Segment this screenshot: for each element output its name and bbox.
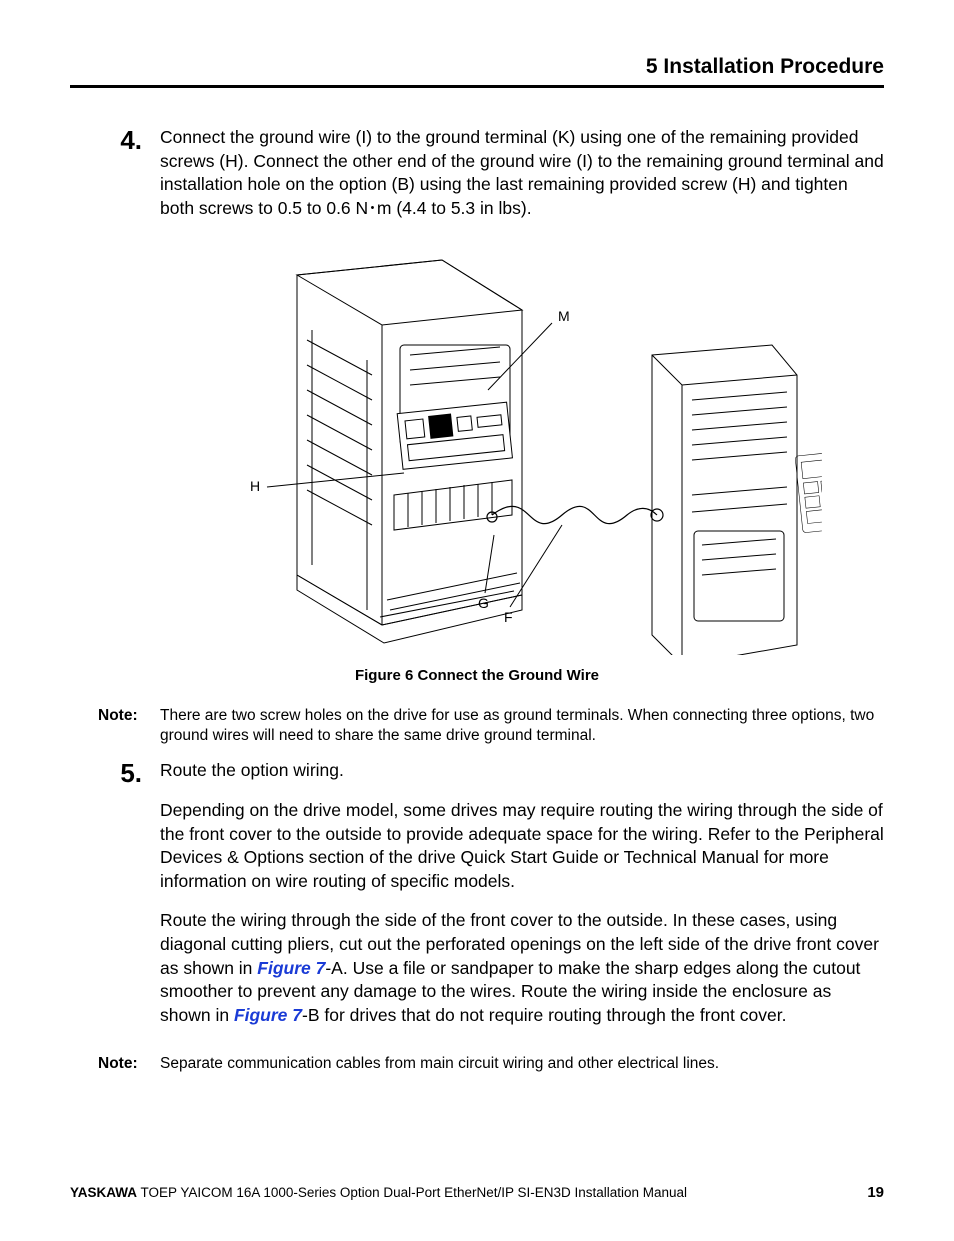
note-1-label: Note: xyxy=(70,706,160,748)
diagram-label-f: F xyxy=(504,609,513,625)
figure-7-link-b[interactable]: Figure 7 xyxy=(234,1005,302,1025)
footer-brand: YASKAWA xyxy=(70,1185,137,1200)
note-2-body: Separate communication cables from main … xyxy=(160,1054,884,1075)
step-4-text: Connect the ground wire (I) to the groun… xyxy=(160,126,884,221)
figure-6-caption: Figure 6 Connect the Ground Wire xyxy=(70,667,884,684)
note-1: Note: There are two screw holes on the d… xyxy=(70,706,884,748)
diagram-label-m: M xyxy=(558,308,570,324)
note-2: Note: Separate communication cables from… xyxy=(70,1054,884,1075)
chapter-title: 5 Installation Procedure xyxy=(646,55,884,78)
diagram-label-h: H xyxy=(250,478,260,494)
step-5: 5. Route the option wiring. Depending on… xyxy=(70,759,884,1043)
step-5-body: Route the option wiring. Depending on th… xyxy=(160,759,884,1043)
footer-page: 19 xyxy=(867,1184,884,1201)
step-5-p2: Route the wiring through the side of the… xyxy=(160,909,884,1027)
step-4-body: Connect the ground wire (I) to the groun… xyxy=(160,126,884,237)
footer-title: TOEP YAICOM 16A 1000-Series Option Dual-… xyxy=(137,1185,687,1200)
page-footer: YASKAWA TOEP YAICOM 16A 1000-Series Opti… xyxy=(70,1184,884,1201)
step-5-p1: Depending on the drive model, some drive… xyxy=(160,799,884,894)
step-4: 4. Connect the ground wire (I) to the gr… xyxy=(70,126,884,237)
figure-6: M H G F Figure 6 Connect the Ground Wire xyxy=(70,255,884,684)
page-header: 5 Installation Procedure xyxy=(70,55,884,88)
figure-7-link-a[interactable]: Figure 7 xyxy=(257,958,325,978)
footer-doc: YASKAWA TOEP YAICOM 16A 1000-Series Opti… xyxy=(70,1185,687,1200)
step-4-number: 4. xyxy=(70,126,160,237)
note-2-label: Note: xyxy=(70,1054,160,1075)
diagram-label-g: G xyxy=(478,595,489,611)
step-5-p2c: -B for drives that do not require routin… xyxy=(302,1005,786,1025)
step-5-number: 5. xyxy=(70,759,160,1043)
step-5-intro: Route the option wiring. xyxy=(160,759,884,783)
figure-6-diagram: M H G F xyxy=(132,255,822,655)
note-1-body: There are two screw holes on the drive f… xyxy=(160,706,884,748)
